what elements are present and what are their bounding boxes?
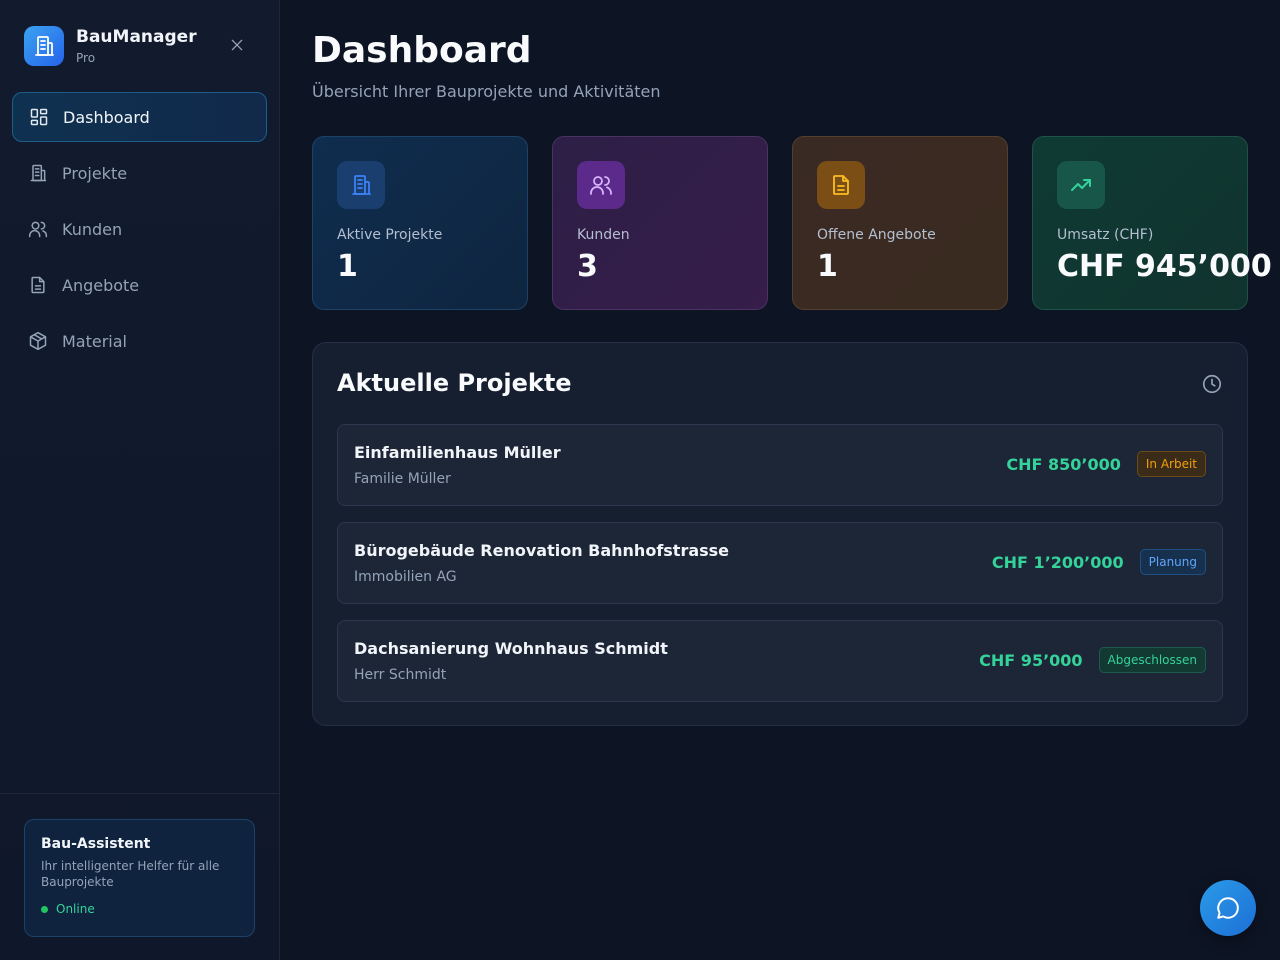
stat-card-kunden[interactable]: Kunden 3	[552, 136, 768, 310]
sidebar-nav: Dashboard Projekte Kunden Angebote Mater…	[12, 92, 267, 372]
stat-label: Aktive Projekte	[337, 227, 443, 243]
stat-card-aktive-projekte[interactable]: Aktive Projekte 1	[312, 136, 528, 310]
brand: BauManager Pro	[24, 26, 197, 66]
document-icon	[28, 275, 48, 295]
project-amount: CHF 1’200’000	[991, 552, 1124, 572]
sidebar-footer: Bau-Assistent Ihr intelligenter Helfer f…	[0, 793, 280, 960]
sidebar-item-material[interactable]: Material	[12, 316, 267, 366]
sidebar-item-label: Dashboard	[63, 107, 150, 127]
stat-value: 3	[577, 249, 598, 284]
project-name: Einfamilienhaus Müller	[354, 443, 561, 462]
assistant-card[interactable]: Bau-Assistent Ihr intelligenter Helfer f…	[24, 819, 255, 937]
project-client: Familie Müller	[354, 471, 451, 487]
project-client: Herr Schmidt	[354, 667, 447, 683]
users-icon	[28, 219, 48, 239]
status-badge: Online	[41, 902, 238, 916]
project-amount: CHF 850’000	[1006, 454, 1121, 474]
document-icon	[817, 161, 865, 209]
chat-assistant-button[interactable]	[1200, 880, 1256, 936]
sidebar-item-dashboard[interactable]: Dashboard	[12, 92, 267, 142]
users-icon	[577, 161, 625, 209]
sidebar-item-label: Angebote	[62, 275, 140, 295]
page-subtitle: Übersicht Ihrer Bauprojekte und Aktivitä…	[312, 82, 661, 101]
project-name: Bürogebäude Renovation Bahnhofstrasse	[354, 541, 730, 560]
stat-label: Kunden	[577, 227, 630, 243]
project-client: Immobilien AG	[354, 569, 457, 585]
clock-icon[interactable]	[1201, 373, 1223, 395]
sidebar-item-projekte[interactable]: Projekte	[12, 148, 267, 198]
status-badge: Abgeschlossen	[1098, 647, 1206, 673]
assistant-title: Bau-Assistent	[41, 836, 151, 852]
stat-label: Umsatz (CHF)	[1057, 227, 1154, 243]
stat-value: 1	[337, 249, 358, 284]
sidebar: BauManager Pro Dashboard Projekte Kunden	[0, 0, 280, 960]
assistant-description: Ihr intelligenter Helfer für alle Baupro…	[41, 859, 220, 889]
stats-row: Aktive Projekte 1 Kunden 3 Offene Angebo…	[312, 136, 1272, 310]
building-icon	[24, 26, 64, 66]
project-name: Dachsanierung Wohnhaus Schmidt	[354, 639, 668, 658]
status-badge: Planung	[1139, 549, 1206, 575]
main-content: Dashboard Übersicht Ihrer Bauprojekte un…	[312, 0, 1272, 960]
close-sidebar-button[interactable]	[226, 34, 248, 56]
project-amount: CHF 95’000	[979, 650, 1083, 670]
project-row[interactable]: Einfamilienhaus Müller Familie Müller CH…	[337, 424, 1223, 506]
assistant-status: Online	[56, 902, 95, 916]
status-badge: In Arbeit	[1136, 451, 1206, 477]
brand-name: BauManager	[76, 27, 197, 47]
chat-bubble-icon	[1217, 897, 1239, 919]
online-dot-icon	[41, 905, 48, 913]
dashboard-icon	[29, 107, 49, 127]
building-icon	[337, 161, 385, 209]
sidebar-item-angebote[interactable]: Angebote	[12, 260, 267, 310]
close-icon	[231, 39, 243, 51]
package-icon	[28, 331, 48, 351]
project-row[interactable]: Bürogebäude Renovation Bahnhofstrasse Im…	[337, 522, 1223, 604]
stat-card-offene-angebote[interactable]: Offene Angebote 1	[792, 136, 1008, 310]
stat-value: 1	[817, 249, 838, 284]
sidebar-item-kunden[interactable]: Kunden	[12, 204, 267, 254]
stat-label: Offene Angebote	[817, 227, 936, 243]
sidebar-item-label: Material	[62, 331, 127, 351]
brand-subtitle: Pro	[76, 51, 96, 65]
current-projects-panel: Aktuelle Projekte Einfamilienhaus Müller…	[312, 342, 1248, 726]
page-title: Dashboard	[312, 30, 532, 71]
trending-up-icon	[1057, 161, 1105, 209]
sidebar-item-label: Kunden	[62, 219, 123, 239]
building-icon	[28, 163, 48, 183]
section-title: Aktuelle Projekte	[337, 369, 572, 397]
project-row[interactable]: Dachsanierung Wohnhaus Schmidt Herr Schm…	[337, 620, 1223, 702]
sidebar-item-label: Projekte	[62, 163, 128, 183]
stat-value: CHF 945’000	[1057, 249, 1272, 284]
stat-card-umsatz[interactable]: Umsatz (CHF) CHF 945’000	[1032, 136, 1272, 310]
